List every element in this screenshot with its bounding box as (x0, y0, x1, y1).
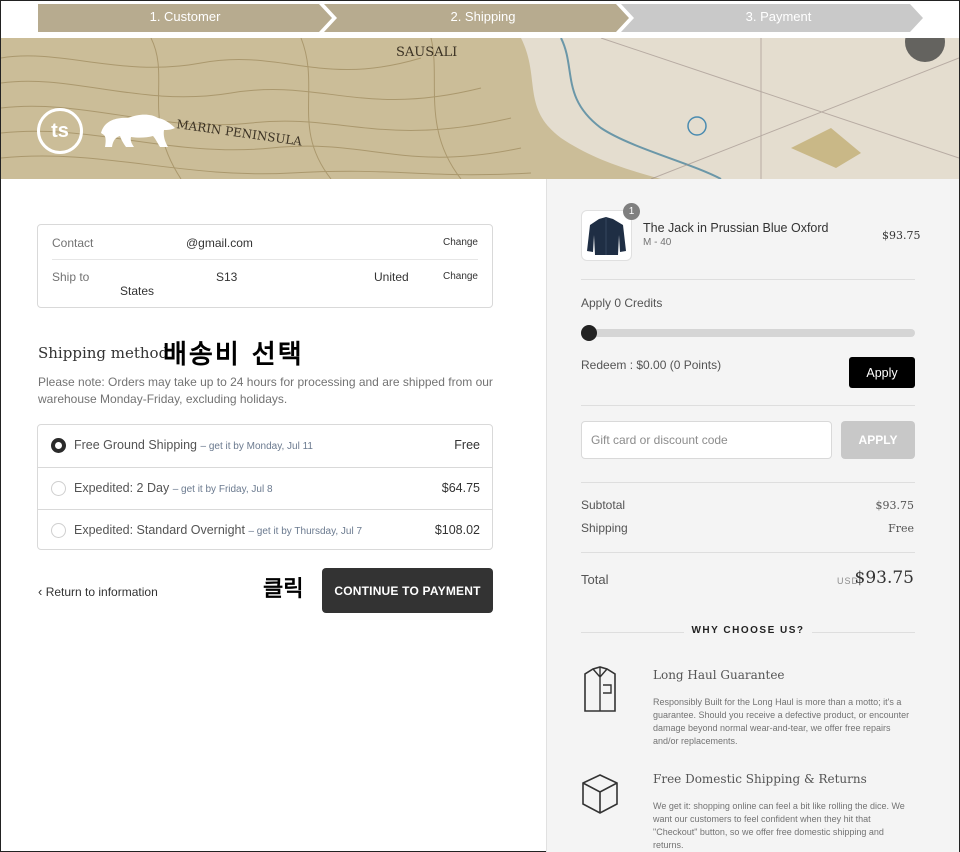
eta-separator: – (172, 484, 179, 495)
shipping-option-free-ground[interactable]: Free Ground Shipping – get it by Monday,… (38, 425, 492, 467)
chevron-left-icon: ‹ (38, 584, 43, 599)
shirt-icon (581, 665, 619, 720)
radio-unselected[interactable] (51, 481, 66, 496)
shipping-method-heading: Shipping method (38, 344, 169, 362)
box-icon (581, 773, 619, 820)
bear-logo-icon (101, 114, 175, 147)
credits-label: Apply 0 Credits (581, 296, 663, 310)
divider (52, 259, 478, 260)
contact-label: Contact (52, 236, 94, 250)
ship-to-label: Ship to (52, 270, 90, 284)
contact-value: @gmail.com (186, 236, 253, 250)
shipping-option-price: $108.02 (434, 523, 480, 537)
why-choose-us-text: WHY CHOOSE US? (691, 625, 805, 636)
change-ship-to-link[interactable]: Change (443, 271, 478, 282)
contact-review-box: Contact @gmail.com Change Ship to S13 Un… (37, 224, 493, 308)
total-label: Total (581, 572, 609, 587)
ts-logo[interactable]: ts (37, 108, 83, 154)
feature-title: Long Haul Guarantee (653, 668, 785, 682)
product-price: $93.75 (882, 229, 921, 242)
option-name: Expedited: Standard Overnight (74, 523, 245, 537)
quantity-badge: 1 (623, 203, 640, 220)
subtotal-label: Subtotal (581, 498, 626, 512)
subtotal-value: $93.75 (875, 499, 915, 512)
divider (581, 482, 915, 483)
shipping-methods-list: Free Ground Shipping – get it by Monday,… (37, 424, 493, 550)
shipping-option-label: Free Ground Shipping – get it by Monday,… (74, 438, 313, 452)
checkout-progress: 1. Customer 2. Shipping 3. Payment (1, 1, 959, 38)
step-shipping-label: 2. Shipping (450, 9, 516, 24)
map-label-sausalito: SAUSALI (396, 45, 457, 60)
step-customer-label[interactable]: 1. Customer (38, 9, 332, 24)
eta-text: get it by Thursday, Jul 7 (256, 526, 363, 537)
discount-code-input[interactable]: Gift card or discount code (581, 421, 832, 459)
ts-logo-text: ts (51, 120, 69, 142)
shipping-option-price: Free (454, 438, 480, 452)
return-label: Return to information (45, 585, 158, 599)
continue-to-payment-button[interactable]: CONTINUE TO PAYMENT (322, 568, 493, 613)
eta-text: get it by Friday, Jul 8 (181, 484, 273, 495)
feature-title: Free Domestic Shipping & Returns (653, 772, 867, 786)
apply-credits-button[interactable]: Apply (849, 357, 915, 388)
order-summary: 1 The Jack in Prussian Blue Oxford M - 4… (546, 179, 959, 852)
jacket-image (587, 217, 626, 255)
radio-unselected[interactable] (51, 523, 66, 538)
ship-to-address: S13 (216, 270, 238, 284)
why-choose-us-heading: WHY CHOOSE US? (581, 625, 915, 639)
feature-text: Responsibly Built for the Long Haul is m… (653, 697, 910, 746)
option-name: Free Ground Shipping (74, 438, 197, 452)
eta-separator: – (248, 526, 254, 537)
nautical-map-image: SAUSALI MARIN PENINSULA (1, 38, 959, 179)
shipping-note: Please note: Orders may take up to 24 ho… (38, 375, 493, 406)
ship-to-country-cont: States (120, 284, 155, 298)
option-name: Expedited: 2 Day (74, 481, 170, 495)
feature-text: We get it: shopping online can feel a bi… (653, 801, 905, 850)
shipping-value: Free (888, 522, 914, 535)
shipping-option-label: Expedited: Standard Overnight – get it b… (74, 523, 362, 537)
divider (581, 405, 915, 406)
shipping-label: Shipping (581, 521, 628, 535)
product-variant: M - 40 (643, 237, 672, 248)
ship-to-country: United (374, 270, 409, 284)
step-payment-label: 3. Payment (745, 9, 812, 24)
credits-slider-track[interactable] (581, 329, 915, 337)
product-thumbnail (581, 210, 632, 261)
shipping-option-overnight[interactable]: Expedited: Standard Overnight – get it b… (38, 509, 492, 551)
return-to-information-link[interactable]: ‹ Return to information (38, 584, 158, 599)
product-name: The Jack in Prussian Blue Oxford (643, 221, 829, 235)
apply-discount-button[interactable]: APPLY (841, 421, 915, 459)
option-eta: – get it by Monday, Jul 11 (200, 441, 312, 452)
option-eta: – get it by Friday, Jul 8 (173, 484, 273, 495)
shipping-option-label: Expedited: 2 Day – get it by Friday, Jul… (74, 481, 273, 495)
change-contact-link[interactable]: Change (443, 237, 478, 248)
divider (581, 552, 915, 553)
credits-slider-handle[interactable] (581, 325, 597, 341)
total-amount: $93.75 (854, 568, 914, 588)
header-banner: SAUSALI MARIN PENINSULA ts (1, 38, 959, 179)
redeem-text: Redeem : $0.00 (0 Points) (581, 358, 722, 372)
korean-annotation-click: 클릭 (263, 577, 304, 602)
korean-annotation-select-shipping: 배송비 선택 (163, 340, 304, 370)
shipping-option-price: $64.75 (441, 481, 480, 495)
radio-selected[interactable] (51, 438, 66, 453)
divider (581, 279, 915, 280)
option-eta: – get it by Thursday, Jul 7 (248, 526, 362, 537)
eta-text: get it by Monday, Jul 11 (208, 441, 313, 452)
eta-separator: – (200, 441, 207, 452)
shipping-option-2-day[interactable]: Expedited: 2 Day – get it by Friday, Jul… (38, 467, 492, 509)
